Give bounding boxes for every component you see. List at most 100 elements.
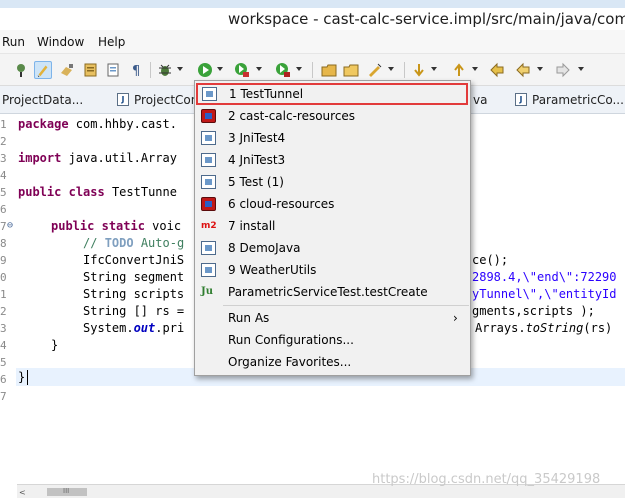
line-number: 8	[0, 237, 7, 250]
external-tool-icon	[201, 197, 216, 211]
menu-item-run-configurations[interactable]: Run Configurations...	[195, 329, 470, 351]
code-line: String segment	[83, 270, 185, 284]
menu-item-install[interactable]: m2 7 install	[195, 215, 470, 237]
code-comment: // TODO Auto-g	[83, 236, 184, 250]
code-line: ce();	[472, 253, 509, 267]
menu-item-label: 3 JniTest4	[228, 131, 286, 145]
chevron-down-icon[interactable]	[256, 67, 262, 71]
toolbar-separator	[312, 62, 313, 78]
last-edit-location-icon[interactable]	[488, 61, 506, 79]
tab-projectdata[interactable]: ProjectData...	[0, 86, 104, 113]
code-text: .pri	[155, 321, 185, 335]
show-whitespace-icon[interactable]	[82, 61, 100, 79]
code-method: toString	[525, 321, 584, 335]
menu-help[interactable]: Help	[98, 35, 125, 49]
run-icon[interactable]	[196, 61, 214, 79]
debug-icon[interactable]	[156, 61, 174, 79]
pilcrow-icon[interactable]: ¶	[128, 61, 146, 79]
fold-icon[interactable]: ⊖	[7, 220, 13, 231]
code-text: //	[83, 236, 105, 250]
text-cursor	[27, 370, 28, 385]
menu-item-run-as[interactable]: Run As ›	[195, 307, 470, 329]
java-app-icon	[201, 241, 216, 255]
external-tools-icon[interactable]	[274, 61, 292, 79]
chevron-down-icon[interactable]	[217, 67, 223, 71]
code-text: Auto-g	[133, 236, 185, 250]
pencil-icon[interactable]	[366, 61, 384, 79]
tab-parametricco[interactable]: J ParametricCo...	[512, 86, 625, 113]
code-text: System.	[83, 321, 134, 335]
code-line: String scripts	[83, 287, 185, 301]
mark-occurrences-icon[interactable]	[34, 61, 52, 79]
menu-item-weatherutils[interactable]: 9 WeatherUtils	[195, 259, 470, 281]
chevron-down-icon[interactable]	[537, 67, 543, 71]
menu-item-label: Run As	[228, 311, 270, 325]
block-selection-icon[interactable]	[58, 61, 76, 79]
code-text: com.hhby.cast.	[68, 117, 177, 131]
line-number: 5	[0, 186, 7, 199]
open-folder-icon[interactable]	[342, 61, 360, 79]
tab-label: ProjectCon	[134, 93, 194, 107]
line-number: 0	[0, 271, 7, 284]
menu-item-jnitest4[interactable]: 3 JniTest4	[195, 127, 470, 149]
tab-label: ParametricCo...	[532, 93, 624, 107]
chevron-down-icon[interactable]	[431, 67, 437, 71]
menu-window[interactable]: Window	[37, 35, 84, 49]
window-title: workspace - cast-calc-service.impl/src/m…	[228, 10, 625, 28]
chevron-down-icon[interactable]	[296, 67, 302, 71]
run-history-menu: 1 TestTunnel 2 cast-calc-resources 3 Jni…	[194, 80, 471, 376]
code-text: (rs)	[583, 321, 613, 335]
java-file-icon: J	[117, 93, 129, 106]
menu-run[interactable]: Run	[2, 35, 25, 49]
line-number: 1	[0, 118, 7, 131]
tab-label: va	[473, 93, 488, 107]
tab-java[interactable]: va	[470, 86, 500, 113]
menu-item-label: 2 cast-calc-resources	[228, 109, 356, 123]
next-annotation-icon[interactable]	[410, 61, 428, 79]
chevron-down-icon[interactable]	[472, 67, 478, 71]
scroll-left-icon[interactable]: <	[19, 488, 26, 497]
coverage-icon[interactable]	[233, 61, 251, 79]
toggle-breadcrumb-icon[interactable]	[104, 61, 122, 79]
code-line: Arrays.toString(rs)	[475, 321, 612, 335]
forward-icon[interactable]	[554, 61, 572, 79]
code-text: java.util.Array	[61, 151, 177, 165]
menu-item-demojava[interactable]: 8 DemoJava	[195, 237, 470, 259]
line-number: 2	[0, 135, 7, 148]
code-keyword: class	[68, 185, 105, 199]
code-string: 2898.4,\"end\":72290	[472, 270, 617, 284]
code-keyword: static	[101, 219, 145, 233]
menu-item-cast-calc-resources[interactable]: 2 cast-calc-resources	[195, 105, 470, 127]
java-app-icon	[202, 87, 217, 101]
line-number: 1	[0, 288, 7, 301]
new-java-package-icon[interactable]	[320, 61, 338, 79]
junit-icon: Ju	[201, 286, 214, 297]
chevron-down-icon[interactable]	[388, 67, 394, 71]
svg-text:¶: ¶	[132, 64, 140, 79]
line-number: 3	[0, 152, 7, 165]
previous-annotation-icon[interactable]	[450, 61, 468, 79]
code-line: package com.hhby.cast.	[18, 117, 177, 131]
line-number: 4	[0, 339, 7, 352]
tab-label: ProjectData...	[2, 93, 84, 107]
tab-projectcon[interactable]: J ProjectCon	[114, 86, 194, 113]
menu-item-organize-favorites[interactable]: Organize Favorites...	[195, 351, 470, 373]
menu-item-parametricservicetest[interactable]: Ju ParametricServiceTest.testCreate	[195, 281, 470, 303]
menu-item-label: Run Configurations...	[228, 333, 354, 347]
menu-item-label: 8 DemoJava	[228, 241, 301, 255]
chevron-down-icon[interactable]	[177, 67, 183, 71]
code-line: public class TestTunne	[18, 185, 177, 199]
code-text: TestTunne	[104, 185, 177, 199]
code-line: String [] rs =	[83, 304, 185, 318]
menu-item-label: 1 TestTunnel	[229, 87, 304, 101]
back-icon[interactable]	[514, 61, 532, 79]
todo-tag: TODO	[104, 236, 134, 250]
menu-item-jnitest3[interactable]: 4 JniTest3	[195, 149, 470, 171]
chevron-down-icon[interactable]	[578, 67, 584, 71]
menu-item-label: ParametricServiceTest.testCreate	[228, 285, 428, 299]
menu-item-test-1[interactable]: 5 Test (1)	[195, 171, 470, 193]
menu-item-testtunnel[interactable]: 1 TestTunnel	[196, 83, 468, 105]
debug-perspective-icon[interactable]	[12, 61, 30, 79]
menu-item-cloud-resources[interactable]: 6 cloud-resources	[195, 193, 470, 215]
code-line: }	[18, 370, 26, 384]
